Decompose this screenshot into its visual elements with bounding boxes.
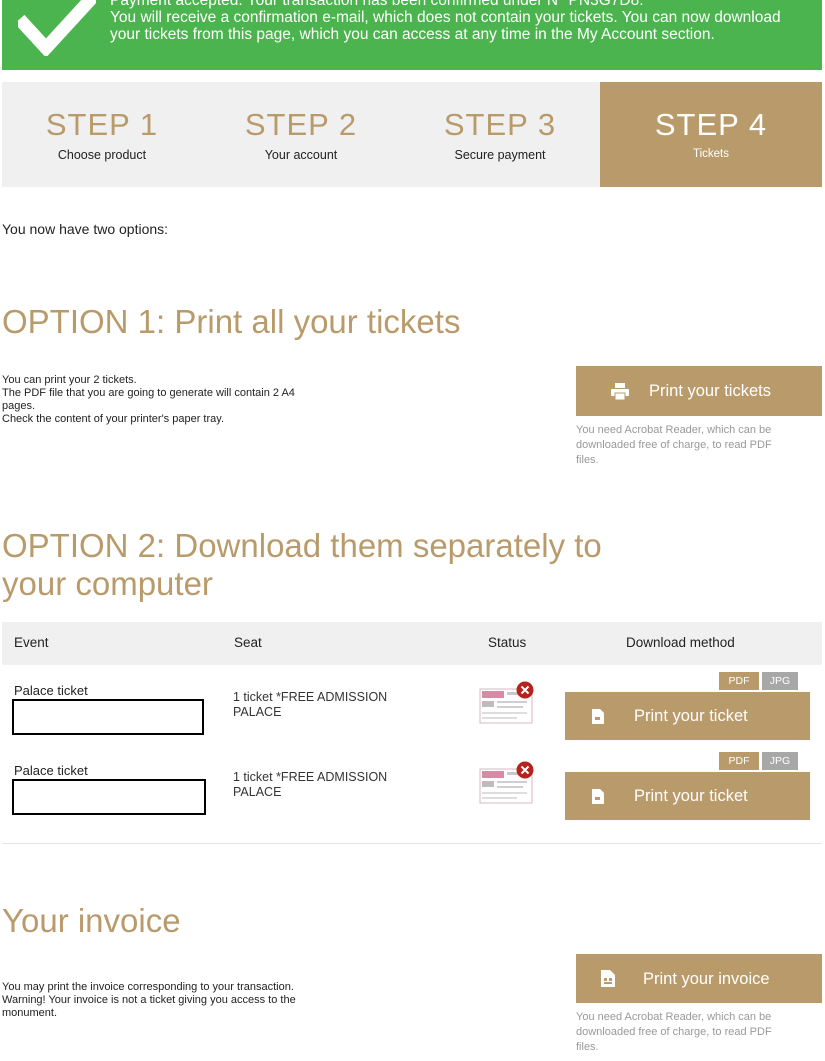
document-icon [601, 970, 615, 987]
format-tab-jpg[interactable]: JPG [762, 672, 798, 690]
column-header-seat: Seat [234, 635, 262, 650]
print-all-tickets-button[interactable]: Print your tickets [576, 366, 822, 416]
description-line: The PDF file that you are going to gener… [2, 387, 295, 399]
note-line: You need Acrobat Reader, which can be [576, 424, 772, 436]
step-3: STEP 3 Secure payment [400, 82, 600, 187]
seat-line: PALACE [233, 705, 282, 719]
seat-line: PALACE [233, 785, 282, 799]
description-line: pages. [2, 400, 36, 412]
option2-title: OPTION 2: Download them separately to yo… [2, 527, 602, 603]
step-number: STEP 2 [244, 107, 358, 142]
column-header-status: Status [488, 635, 527, 650]
description-line: You may print the invoice corresponding … [2, 981, 294, 993]
title-line: your computer [2, 565, 213, 602]
step-number: STEP 4 [654, 107, 768, 142]
step-2: STEP 2 Your account [201, 82, 401, 187]
print-ticket-button[interactable]: Print your ticket [565, 772, 810, 820]
seat-line: 1 ticket *FREE ADMISSION [233, 770, 388, 784]
invoice-description: You may print the invoice corresponding … [2, 981, 382, 1020]
print-invoice-button[interactable]: Print your invoice [576, 954, 822, 1003]
button-label: Print your ticket [634, 787, 748, 805]
printer-icon [611, 383, 629, 400]
description-line: monument. [2, 1007, 58, 1019]
banner-message-line1: Payment accepted. Your transaction has b… [110, 0, 644, 9]
description-line: Check the content of your printer's pape… [2, 413, 225, 425]
section-divider [2, 843, 822, 844]
button-label: Print your invoice [643, 970, 770, 988]
redacted-field [12, 779, 206, 815]
note-line: You need Acrobat Reader, which can be [576, 1011, 772, 1023]
step-1: STEP 1 Choose product [2, 82, 202, 187]
step-label: Tickets [693, 148, 729, 160]
format-tab-jpg[interactable]: JPG [762, 752, 798, 770]
banner-message: Payment accepted. Your transaction has b… [110, 0, 815, 43]
invoice-title: Your invoice [2, 902, 181, 939]
seat-info: 1 ticket *FREE ADMISSION PALACE [233, 690, 387, 720]
option1-description: You can print your 2 tickets. The PDF fi… [2, 374, 382, 426]
step-label: Choose product [57, 148, 147, 162]
note-line: downloaded free of charge, to read PDF [576, 1026, 772, 1038]
description-line: You can print your 2 tickets. [2, 374, 137, 386]
option1-title: OPTION 1: Print all your tickets [2, 303, 461, 340]
description-line: Warning! Your invoice is not a ticket gi… [2, 994, 296, 1006]
column-header-event: Event [14, 635, 49, 650]
success-banner: Payment accepted. Your transaction has b… [2, 0, 822, 70]
checkout-steps: STEP 1 Choose product STEP 2 Your accoun… [2, 82, 822, 187]
document-icon [592, 709, 604, 724]
seat-info: 1 ticket *FREE ADMISSION PALACE [233, 770, 387, 800]
ticket-status-thumbnail [479, 761, 534, 804]
event-name: Palace ticket [14, 683, 88, 698]
column-header-download-method: Download method [626, 635, 735, 650]
note-line: files. [576, 1041, 599, 1053]
ticket-status-thumbnail [479, 681, 534, 724]
acrobat-note: You need Acrobat Reader, which can be do… [576, 423, 825, 468]
acrobat-note: You need Acrobat Reader, which can be do… [576, 1010, 825, 1055]
note-line: downloaded free of charge, to read PDF [576, 439, 772, 451]
step-4: STEP 4 Tickets [600, 82, 822, 187]
step-number: STEP 3 [443, 107, 557, 142]
format-tab-pdf[interactable]: PDF [719, 752, 759, 770]
format-tab-pdf[interactable]: PDF [719, 672, 759, 690]
step-number: STEP 1 [45, 107, 159, 142]
document-icon [592, 789, 604, 804]
step-label: Secure payment [454, 148, 546, 162]
note-line: files. [576, 454, 599, 466]
seat-line: 1 ticket *FREE ADMISSION [233, 690, 388, 704]
button-label: Print your tickets [649, 382, 771, 400]
button-label: Print your ticket [634, 707, 748, 725]
checkmark-icon [18, 0, 96, 56]
title-line: OPTION 2: Download them separately to [2, 527, 602, 564]
tickets-table-header: Event Seat Status Download method [2, 622, 822, 665]
print-ticket-button[interactable]: Print your ticket [565, 692, 810, 740]
redacted-field [12, 699, 204, 735]
event-name: Palace ticket [14, 763, 88, 778]
step-label: Your account [264, 148, 338, 162]
intro-text: You now have two options: [2, 221, 169, 237]
banner-message-line2: You will receive a confirmation e-mail, … [110, 9, 781, 43]
